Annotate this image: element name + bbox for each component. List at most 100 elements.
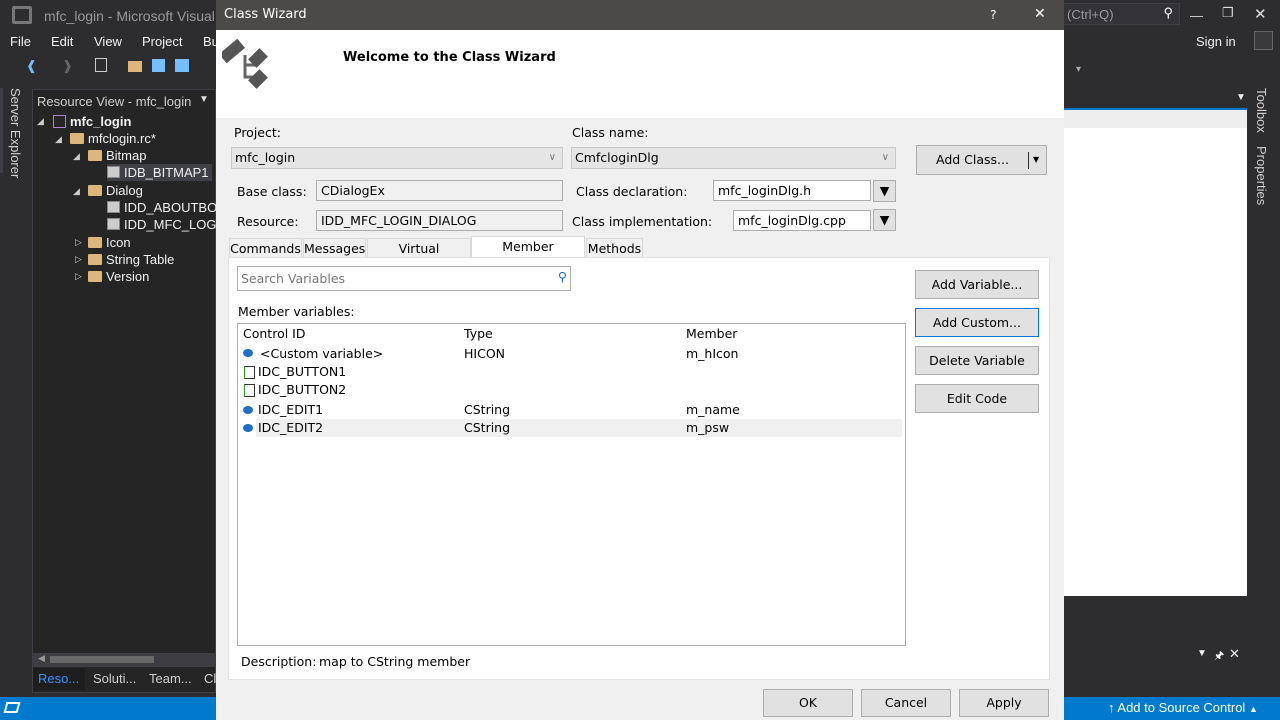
properties-tab[interactable]: Properties — [1254, 146, 1269, 205]
resource-tree: ◢ mfc_login ◢ mfclogin.rc* ◢ Bitmap IDB_… — [37, 113, 230, 285]
class-implementation-field[interactable]: mfc_loginDlg.cpp — [733, 210, 871, 231]
table-row[interactable]: IDC_EDIT1 CString m_name — [240, 401, 904, 419]
class-declaration-field[interactable]: mfc_loginDlg.h — [713, 180, 871, 201]
save-icon[interactable] — [152, 59, 165, 72]
tree-item-idb-bitmap1[interactable]: IDB_BITMAP1 — [107, 164, 212, 181]
dialog-title-bar: Class Wizard ? ✕ — [216, 0, 1064, 30]
server-explorer-tab[interactable]: Server Explorer — [8, 88, 23, 178]
panel-dropdown-icon[interactable]: ▼ — [1197, 648, 1207, 659]
cancel-button[interactable]: Cancel — [861, 689, 951, 717]
tree-item-aboutbox[interactable]: IDD_ABOUTBOX — [107, 199, 226, 216]
tree-item-dialog[interactable]: Dialog — [88, 182, 143, 199]
class-declaration-label: Class declaration: — [576, 184, 688, 199]
list-header: Control ID Type Member — [240, 325, 904, 343]
tab-solution-explorer[interactable]: Soluti... — [93, 671, 136, 686]
base-class-field: CDialogEx — [316, 180, 563, 201]
search-icon[interactable]: ⚲ — [558, 269, 567, 284]
quick-launch-hint: (Ctrl+Q) — [1067, 7, 1114, 22]
quick-launch-input[interactable]: (Ctrl+Q) ⚲ — [1062, 3, 1180, 25]
tab-member-variables[interactable]: Member Variables — [471, 236, 585, 273]
edit-code-button[interactable]: Edit Code — [915, 384, 1039, 413]
table-row[interactable]: IDC_BUTTON2 — [240, 381, 904, 399]
search-variables-input[interactable]: Search Variables ⚲ — [237, 266, 571, 291]
search-placeholder: Search Variables — [241, 271, 346, 286]
horizontal-scrollbar[interactable]: ◀ — [33, 653, 217, 667]
tree-item-rc[interactable]: mfclogin.rc* — [70, 130, 156, 147]
description-label: Description: — [241, 654, 317, 669]
caret-up-icon: ▲ — [1248, 704, 1258, 714]
forward-icon[interactable]: ❱ — [62, 58, 73, 74]
help-button[interactable]: ? — [990, 7, 997, 22]
panel-menu-icon[interactable]: ▼ — [199, 94, 209, 105]
editor-dropdown-icon[interactable]: ▼ — [1236, 92, 1246, 103]
dialog-close-button[interactable]: ✕ — [1034, 6, 1046, 22]
bottom-tab-strip: Reso... Soluti... Team... Cl — [33, 668, 217, 690]
menu-file[interactable]: File — [10, 34, 31, 49]
save-all-icon[interactable] — [175, 59, 189, 72]
tab-messages[interactable]: Messages — [303, 238, 366, 258]
tree-item-login-dialog[interactable]: IDD_MFC_LOGIN — [107, 216, 229, 233]
project-label: Project: — [234, 125, 281, 140]
apply-button[interactable]: Apply — [959, 689, 1049, 717]
menu-project[interactable]: Project — [142, 34, 182, 49]
table-row[interactable]: <Custom variable> HICON m_hIcon — [240, 345, 904, 363]
ide-title: mfc_login - Microsoft Visual S — [44, 8, 229, 24]
resource-view-panel: Resource View - mfc_login ▼ ◢ mfc_login … — [32, 89, 230, 693]
table-row-selected[interactable]: IDC_EDIT2 CString m_psw — [240, 419, 904, 437]
new-project-icon[interactable] — [95, 58, 107, 72]
back-icon[interactable]: ❰ — [26, 58, 37, 74]
chevron-down-icon: ∨ — [548, 152, 556, 163]
tree-item-string-table[interactable]: String Table — [88, 251, 174, 268]
toolbox-tab[interactable]: Toolbox — [1254, 88, 1269, 133]
account-avatar-icon[interactable] — [1254, 31, 1273, 50]
split-dropdown-icon[interactable]: ▼ — [1033, 146, 1039, 174]
delete-variable-button[interactable]: Delete Variable — [915, 346, 1039, 375]
add-variable-button[interactable]: Add Variable... — [915, 270, 1039, 299]
tab-virtual-functions[interactable]: Virtual Functions — [367, 238, 471, 275]
member-variables-list[interactable]: Control ID Type Member <Custom variable>… — [237, 323, 906, 646]
column-control-id[interactable]: Control ID — [243, 325, 305, 343]
column-member[interactable]: Member — [686, 325, 737, 343]
class-implementation-label: Class implementation: — [572, 214, 713, 229]
caret-down-icon: ▼ — [879, 183, 890, 198]
add-class-button[interactable]: Add Class... ▼ — [916, 145, 1047, 175]
class-name-combo[interactable]: CmfcloginDlg ∨ — [571, 147, 896, 169]
button-control-icon — [244, 384, 255, 397]
open-folder-icon[interactable] — [128, 61, 142, 72]
tab-commands[interactable]: Commands — [229, 238, 302, 258]
menu-edit[interactable]: Edit — [51, 34, 73, 49]
tab-team-explorer[interactable]: Team... — [149, 671, 192, 686]
dialog-title: Class Wizard — [224, 7, 307, 22]
class-name-label: Class name: — [572, 125, 649, 140]
close-panel-icon[interactable]: ✕ — [1229, 646, 1240, 662]
minimize-button[interactable]: — — [1190, 8, 1203, 23]
tree-item-project[interactable]: mfc_login — [53, 113, 131, 130]
column-type[interactable]: Type — [464, 325, 493, 343]
project-combo[interactable]: mfc_login ∨ — [231, 147, 563, 169]
resource-field: IDD_MFC_LOGIN_DIALOG — [316, 210, 563, 231]
tab-resource-view[interactable]: Reso... — [33, 668, 85, 690]
tree-item-bitmap[interactable]: Bitmap — [88, 147, 146, 164]
toolbar-overflow-icon[interactable]: ▾ — [1076, 64, 1081, 75]
custom-variable-icon — [243, 349, 253, 357]
pin-icon[interactable]: 🖈 — [1214, 647, 1224, 666]
sign-in-link[interactable]: Sign in — [1196, 34, 1236, 49]
table-row[interactable]: IDC_BUTTON1 — [240, 363, 904, 381]
ok-button[interactable]: OK — [763, 689, 853, 717]
tab-class-view[interactable]: Cl — [204, 671, 216, 686]
tab-methods[interactable]: Methods — [586, 238, 643, 258]
menu-view[interactable]: View — [94, 34, 122, 49]
source-control-button[interactable]: ↑ Add to Source Control ▲ — [1108, 700, 1258, 715]
restore-button[interactable]: ❐ — [1222, 5, 1234, 21]
tree-item-icon[interactable]: Icon — [88, 234, 131, 251]
editor-area — [1064, 108, 1247, 596]
chevron-down-icon: ∨ — [881, 152, 889, 163]
class-declaration-dropdown[interactable]: ▼ — [873, 180, 896, 202]
add-custom-button[interactable]: Add Custom... — [915, 308, 1039, 337]
toolbar: ❰ ❱ — [0, 56, 216, 78]
description-value: map to CString member — [319, 654, 471, 669]
tree-item-version[interactable]: Version — [88, 268, 149, 285]
dialog-header: Welcome to the Class Wizard — [216, 30, 1064, 118]
class-implementation-dropdown[interactable]: ▼ — [873, 209, 896, 231]
close-window-button[interactable]: ✕ — [1254, 5, 1267, 23]
